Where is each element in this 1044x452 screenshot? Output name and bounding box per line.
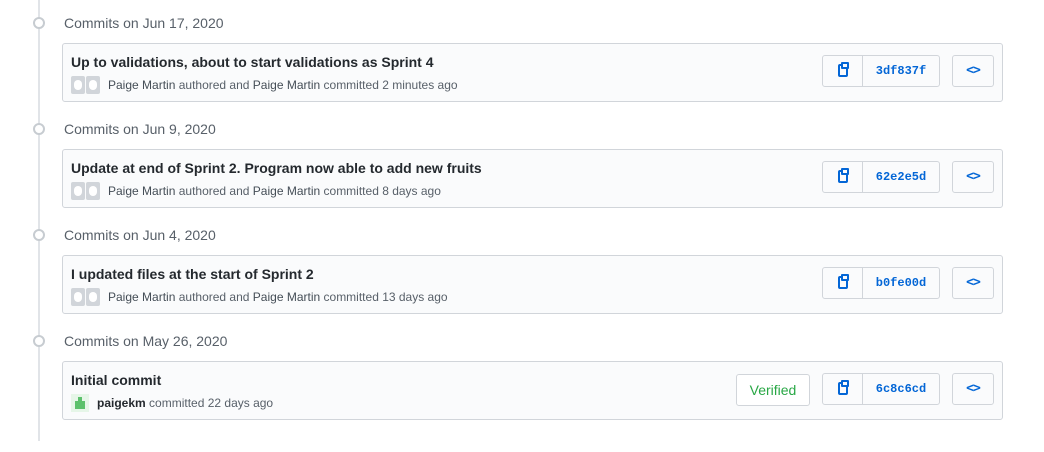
browse-repo-button[interactable]: <> <box>952 373 994 405</box>
commit-item: Update at end of Sprint 2. Program now a… <box>62 149 1003 208</box>
author-link[interactable]: Paige Martin <box>108 184 175 198</box>
code-icon: <> <box>966 169 981 184</box>
avatar <box>71 182 85 200</box>
copy-sha-button[interactable] <box>822 55 863 87</box>
timeline-line <box>38 0 40 441</box>
avatar-stack[interactable] <box>71 182 101 202</box>
avatar <box>86 182 100 200</box>
author-link[interactable]: Paige Martin <box>108 78 175 92</box>
verified-badge[interactable]: Verified <box>736 374 810 406</box>
commit-group-header: Commits on Jun 17, 2020 <box>0 14 600 34</box>
code-icon: <> <box>966 63 981 78</box>
commit-item: Up to validations, about to start valida… <box>62 43 1003 102</box>
commit-message-link[interactable]: Up to validations, about to start valida… <box>71 53 434 71</box>
committed-text: committed 2 minutes ago <box>323 78 458 92</box>
browse-repo-button[interactable]: <> <box>952 267 994 299</box>
copy-sha-button[interactable] <box>822 267 863 299</box>
commit-group-title: Commits on Jun 9, 2020 <box>64 121 216 137</box>
code-icon: <> <box>966 275 981 290</box>
commit-message-link[interactable]: I updated files at the start of Sprint 2 <box>71 265 314 283</box>
committed-text: committed 13 days ago <box>323 290 448 304</box>
commit-group-title: Commits on Jun 4, 2020 <box>64 227 216 243</box>
commit-group-title: Commits on May 26, 2020 <box>64 333 228 349</box>
browse-repo-button[interactable]: <> <box>952 55 994 87</box>
avatar <box>86 76 100 94</box>
copy-sha-button[interactable] <box>822 161 863 193</box>
commit-sha-link[interactable]: 62e2e5d <box>862 161 940 193</box>
committer-link[interactable]: Paige Martin <box>253 78 320 92</box>
commit-meta: Paige Martin authored and Paige Martin c… <box>71 181 441 201</box>
commit-sha-link[interactable]: b0fe00d <box>862 267 940 299</box>
commit-group-header: Commits on Jun 4, 2020 <box>0 226 600 246</box>
avatar-stack[interactable] <box>71 76 101 96</box>
committer-link[interactable]: Paige Martin <box>253 290 320 304</box>
browse-repo-button[interactable]: <> <box>952 161 994 193</box>
authored-text: authored and <box>178 184 250 198</box>
commit-item: Initial commit paigekm committed 22 days… <box>62 361 1003 420</box>
avatar <box>86 288 100 306</box>
code-icon: <> <box>966 381 981 396</box>
commit-meta: Paige Martin authored and Paige Martin c… <box>71 75 458 95</box>
commit-meta: paigekm committed 22 days ago <box>71 393 273 413</box>
committed-text: committed 8 days ago <box>323 184 441 198</box>
commit-dot-icon <box>33 229 45 241</box>
commit-message-link[interactable]: Update at end of Sprint 2. Program now a… <box>71 159 482 177</box>
commit-meta: Paige Martin authored and Paige Martin c… <box>71 287 448 307</box>
avatar <box>71 76 85 94</box>
avatar-stack[interactable] <box>71 288 101 308</box>
copy-sha-button[interactable] <box>822 373 863 405</box>
committer-link[interactable]: Paige Martin <box>253 184 320 198</box>
identicon-avatar[interactable] <box>71 394 89 412</box>
clippy-icon <box>838 168 849 183</box>
commit-message-link[interactable]: Initial commit <box>71 371 161 389</box>
clippy-icon <box>838 62 849 77</box>
author-link[interactable]: Paige Martin <box>108 290 175 304</box>
username-link[interactable]: paigekm <box>97 396 146 410</box>
clippy-icon <box>838 274 849 289</box>
commit-sha-link[interactable]: 6c8c6cd <box>862 373 940 405</box>
authored-text: authored and <box>178 290 250 304</box>
commit-sha-link[interactable]: 3df837f <box>862 55 940 87</box>
avatar <box>71 288 85 306</box>
commit-item: I updated files at the start of Sprint 2… <box>62 255 1003 314</box>
commit-dot-icon <box>33 17 45 29</box>
commit-group-header: Commits on May 26, 2020 <box>0 332 600 352</box>
committed-text: committed 22 days ago <box>149 396 274 410</box>
authored-text: authored and <box>178 78 250 92</box>
commit-dot-icon <box>33 123 45 135</box>
clippy-icon <box>838 380 849 395</box>
commit-dot-icon <box>33 335 45 347</box>
commit-group-header: Commits on Jun 9, 2020 <box>0 120 600 140</box>
commit-group-title: Commits on Jun 17, 2020 <box>64 15 224 31</box>
